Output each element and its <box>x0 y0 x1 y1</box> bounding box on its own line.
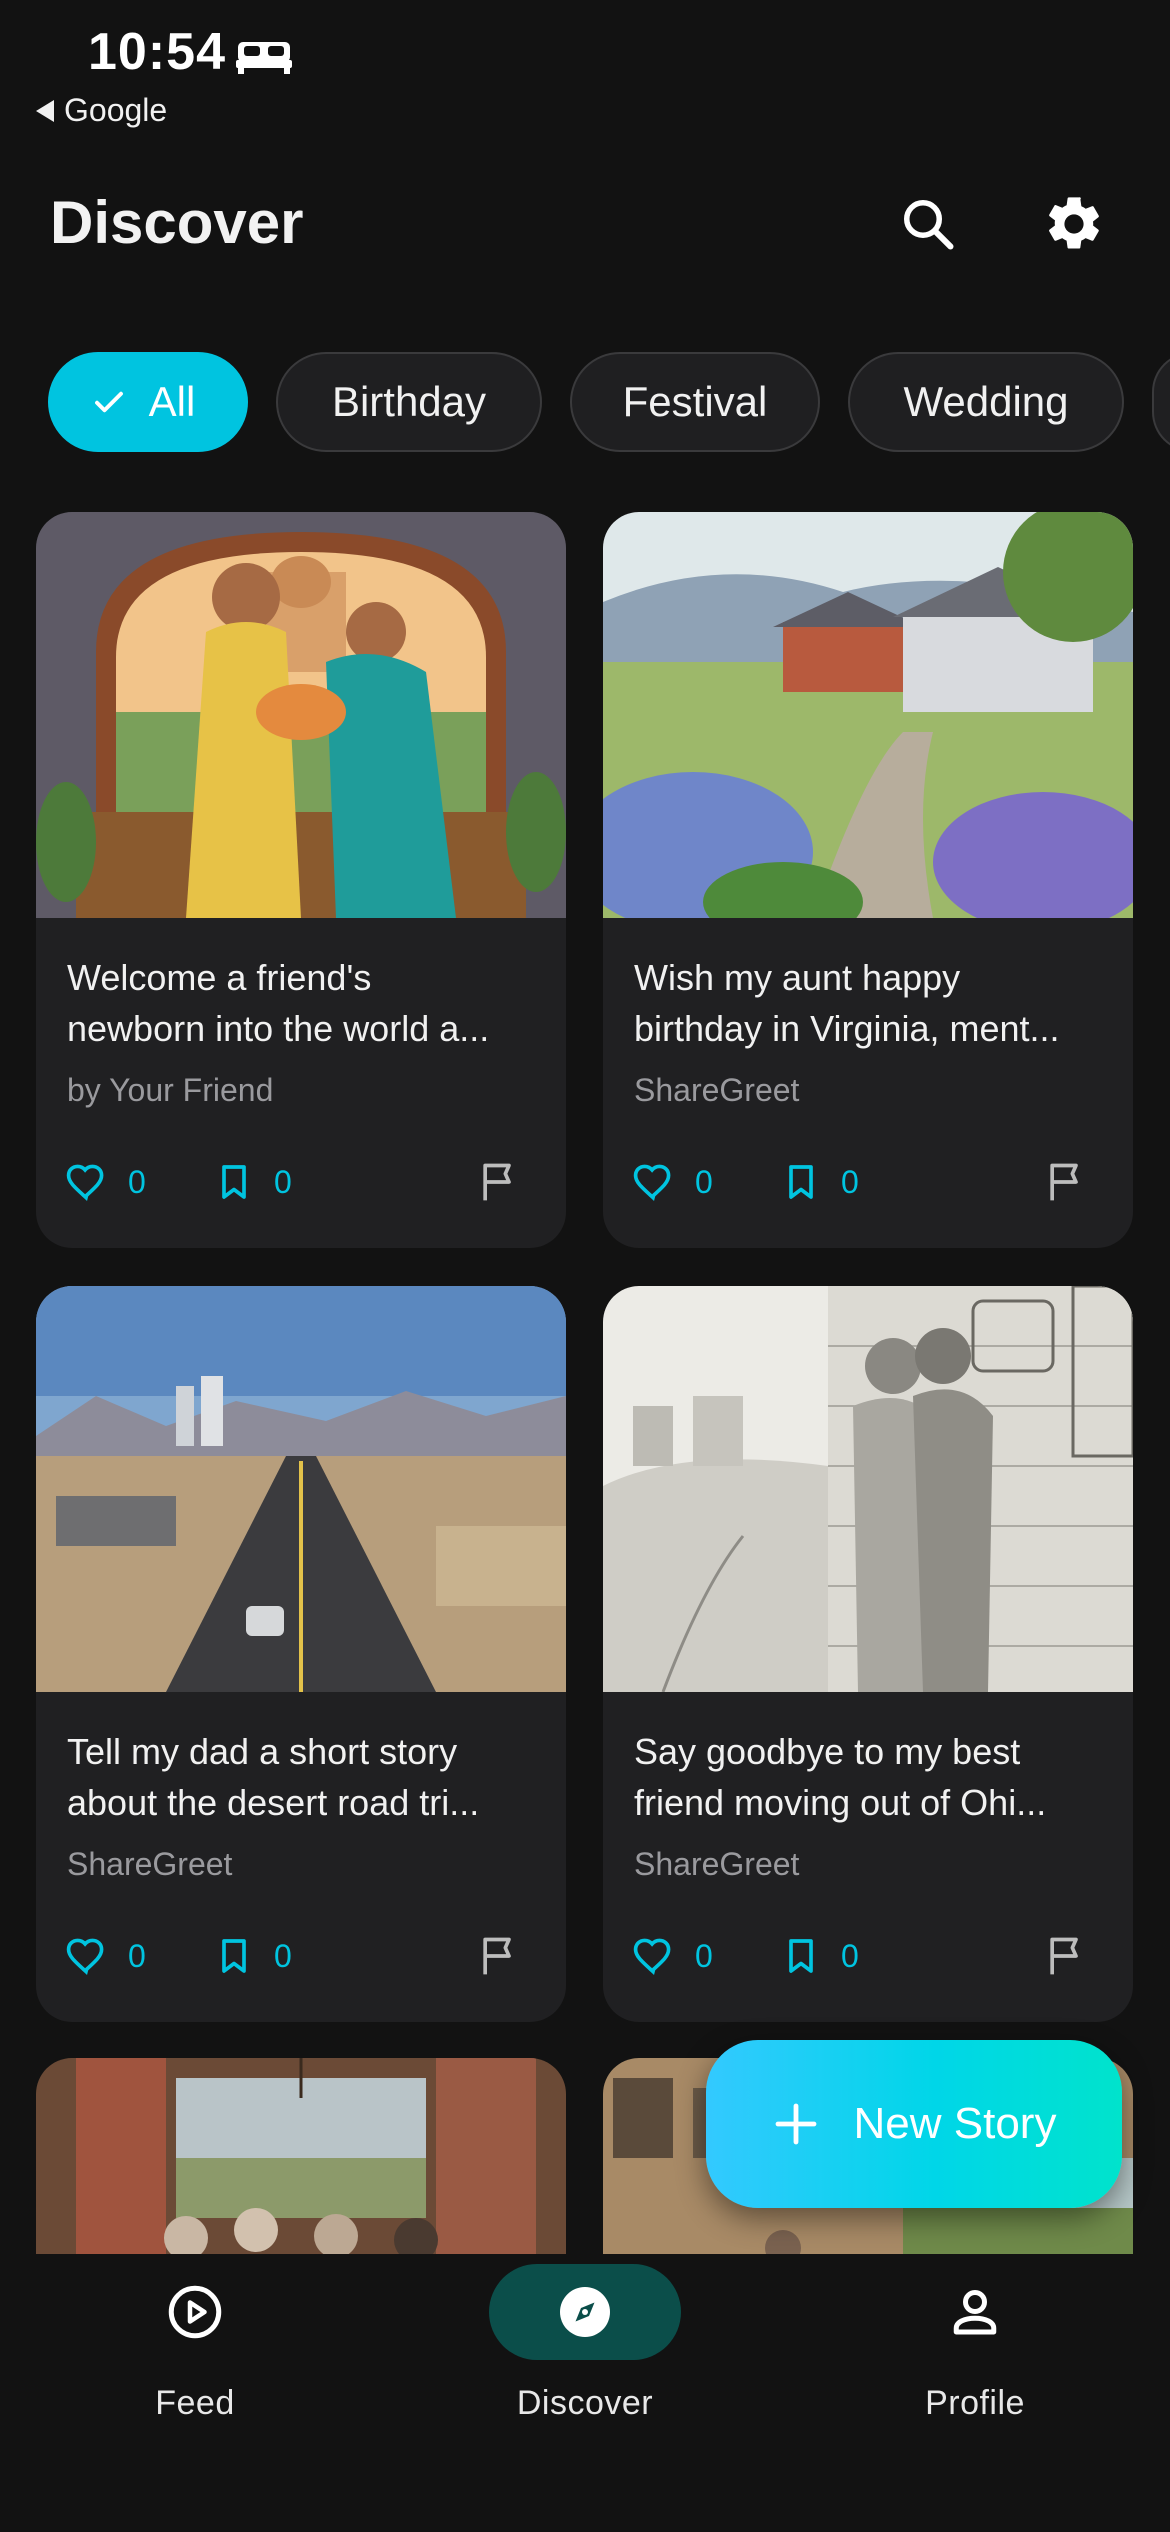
like-count: 0 <box>695 1937 713 1974</box>
story-actions: 0 0 <box>631 1926 1105 1986</box>
story-title: Say goodbye to my best friend moving out… <box>634 1731 1047 1823</box>
nav-discover-icon-wrap <box>489 2264 681 2360</box>
like-button[interactable]: 0 <box>631 1926 713 1986</box>
story-card-partial[interactable] <box>36 2058 566 2254</box>
story-title: Wish my aunt happy birthday in Virginia,… <box>634 957 1060 1049</box>
story-image-window-gathering <box>36 2058 566 2254</box>
status-time: 10:54 <box>88 23 226 81</box>
chip-label: All <box>148 378 196 425</box>
save-count: 0 <box>274 1163 292 1200</box>
chip-more[interactable] <box>1152 352 1170 452</box>
chip-festival[interactable]: Festival <box>570 352 820 452</box>
nav-label: Feed <box>155 2384 235 2422</box>
save-button[interactable]: 0 <box>214 1152 292 1212</box>
like-button[interactable]: 0 <box>64 1926 146 1986</box>
save-count: 0 <box>841 1163 859 1200</box>
story-card[interactable]: Welcome a friend's newborn into the worl… <box>36 512 566 1248</box>
gear-icon <box>1049 197 1099 249</box>
chip-birthday[interactable]: Birthday <box>276 352 542 452</box>
new-story-label: New Story <box>853 2099 1057 2148</box>
story-image-newborn <box>36 512 566 918</box>
nav-label: Profile <box>925 2384 1025 2422</box>
search-icon <box>904 200 954 250</box>
story-author: ShareGreet <box>67 1846 233 1882</box>
like-count: 0 <box>128 1163 146 1200</box>
back-arrow-icon <box>36 99 54 122</box>
settings-button[interactable] <box>1034 184 1114 264</box>
flag-icon[interactable] <box>476 1934 520 1978</box>
save-button[interactable]: 0 <box>781 1926 859 1986</box>
heart-icon <box>66 1938 104 1976</box>
plus-icon <box>775 2103 816 2145</box>
nav-feed[interactable]: Feed <box>45 2264 345 2423</box>
story-card[interactable]: Wish my aunt happy birthday in Virginia,… <box>603 512 1133 1248</box>
like-count: 0 <box>128 1937 146 1974</box>
filter-chips: All Birthday Festival Wedding <box>48 352 1170 456</box>
story-card[interactable]: Say goodbye to my best friend moving out… <box>603 1286 1133 2022</box>
bookmark-icon <box>222 1165 246 1199</box>
story-actions: 0 0 <box>64 1926 538 1986</box>
story-card[interactable]: Tell my dad a short story about the dese… <box>36 1286 566 2022</box>
chip-label: Birthday <box>331 378 487 425</box>
story-image-virginia <box>603 512 1133 918</box>
nav-feed-icon-wrap <box>99 2264 291 2360</box>
story-title: Welcome a friend's newborn into the worl… <box>67 957 490 1049</box>
chip-label: Festival <box>622 378 768 425</box>
like-button[interactable]: 0 <box>64 1152 146 1212</box>
bookmark-icon <box>789 1165 813 1199</box>
back-to-google[interactable]: Google <box>36 92 167 129</box>
bookmark-icon <box>222 1939 246 1973</box>
nav-profile[interactable]: Profile <box>825 2264 1125 2423</box>
save-button[interactable]: 0 <box>781 1152 859 1212</box>
story-actions: 0 0 <box>631 1152 1105 1212</box>
like-count: 0 <box>695 1163 713 1200</box>
back-app-label: Google <box>64 92 168 128</box>
save-button[interactable]: 0 <box>214 1926 292 1986</box>
search-button[interactable] <box>888 184 968 264</box>
story-author: ShareGreet <box>634 1846 800 1882</box>
bed-icon <box>236 42 292 74</box>
flag-icon[interactable] <box>1043 1160 1087 1204</box>
flag-icon[interactable] <box>476 1160 520 1204</box>
story-author: by Your Friend <box>67 1072 274 1108</box>
heart-icon <box>633 1938 671 1976</box>
bottom-navigation: Feed Discover Profile <box>0 2254 1170 2532</box>
story-author: ShareGreet <box>634 1072 800 1108</box>
play-circle-icon <box>168 2285 222 2339</box>
like-button[interactable]: 0 <box>631 1152 713 1212</box>
save-count: 0 <box>274 1937 292 1974</box>
chip-label: Wedding <box>903 378 1069 425</box>
heart-icon <box>66 1164 104 1202</box>
story-actions: 0 0 <box>64 1152 538 1212</box>
nav-profile-icon-wrap <box>879 2264 1071 2360</box>
save-count: 0 <box>841 1937 859 1974</box>
chip-wedding[interactable]: Wedding <box>848 352 1124 452</box>
story-image-ohio-sketch <box>603 1286 1133 1692</box>
nav-label: Discover <box>516 2384 654 2422</box>
person-icon <box>953 2289 997 2335</box>
compass-icon <box>560 2287 610 2337</box>
heart-icon <box>633 1164 671 1202</box>
nav-discover[interactable]: Discover <box>435 2264 735 2423</box>
story-image-desert-road <box>36 1286 566 1692</box>
new-story-button[interactable]: New Story <box>706 2040 1122 2208</box>
story-title: Tell my dad a short story about the dese… <box>67 1731 480 1823</box>
check-icon <box>94 391 123 413</box>
page-title: Discover <box>50 189 304 256</box>
flag-icon[interactable] <box>1043 1934 1087 1978</box>
bookmark-icon <box>789 1939 813 1973</box>
chip-all[interactable]: All <box>48 352 248 452</box>
